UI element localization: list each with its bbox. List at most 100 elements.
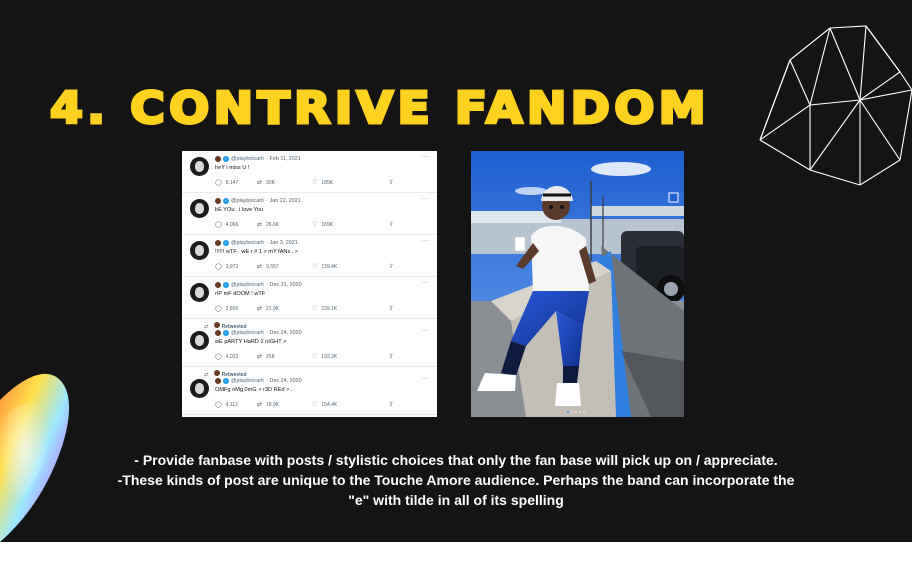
share-button[interactable]: ⇧ <box>389 179 394 186</box>
reply-count: 4,066 <box>225 221 239 228</box>
more-icon[interactable]: ··· <box>422 280 430 286</box>
reply-button[interactable]: ◯ 4,112 <box>215 401 238 409</box>
like-count: 169K <box>321 221 334 228</box>
retweet-icon: ⇄ <box>257 222 263 228</box>
like-count: 239.1K <box>321 305 338 312</box>
tweet-handle[interactable]: @playboicarti <box>231 240 264 246</box>
tweet-text: rIP mF dOOM ! wTF <box>215 291 266 297</box>
speech-bubble-icon: ◯ <box>215 354 222 360</box>
tweet-date[interactable]: Feb 11, 2021 <box>270 156 301 162</box>
share-icon: ⇧ <box>389 306 395 312</box>
reply-button[interactable]: ◯ 2,800 <box>215 305 239 313</box>
more-icon[interactable]: ··· <box>422 328 430 334</box>
tweet-row[interactable]: ✓ @playboicarti · Jan 22, 2021 ··· bE YOu . i… <box>182 193 437 235</box>
more-icon[interactable]: ··· <box>422 376 430 382</box>
tweet-date[interactable]: Jan 3, 2021 <box>270 240 298 246</box>
carousel-dot[interactable] <box>575 411 577 413</box>
emoji-icon <box>215 240 221 246</box>
slide-title: 4. CONTRIVE FANDOM <box>49 78 750 138</box>
share-icon: ⇧ <box>389 264 395 270</box>
emoji-icon <box>215 198 221 204</box>
share-button[interactable]: ⇧ <box>389 353 394 360</box>
retweet-icon: ⇄ <box>257 354 263 360</box>
like-button[interactable]: ♡ 154.4K <box>312 401 337 409</box>
tweet-handle[interactable]: @playboicarti <box>231 198 264 204</box>
reply-button[interactable]: ◯ 4,022 <box>215 353 239 361</box>
retweet-button[interactable]: ⇄ 9,557 <box>257 263 279 271</box>
retweet-icon: ⇄ <box>257 402 263 408</box>
reply-count: 8,147 <box>225 179 239 186</box>
reply-count: 4,022 <box>225 353 239 360</box>
retweet-count: 21.9K <box>266 305 280 312</box>
retweet-button[interactable]: ⇄ 21.9K <box>257 305 280 313</box>
reply-count: 4,112 <box>225 401 238 408</box>
retweet-icon: ⇄ <box>204 372 209 378</box>
tweet-date[interactable]: Dec 24, 2020 <box>270 378 302 384</box>
avatar[interactable] <box>190 379 209 398</box>
heart-icon: ♡ <box>312 354 318 360</box>
tweet-actions: ◯ 4,112 ⇄ 18.9K ♡ 154.4K ⇧ <box>215 401 395 409</box>
slide-title-text: 4. CONTRIVE FANDOM <box>50 83 710 134</box>
reply-button[interactable]: ◯ 4,066 <box>215 221 239 229</box>
retweet-icon: ⇄ <box>204 324 209 330</box>
like-button[interactable]: ♡ 169K <box>312 221 334 229</box>
like-button[interactable]: ♡ 239.1K <box>312 305 338 313</box>
retweet-button[interactable]: ⇄ 18.9K <box>257 401 279 409</box>
carousel-dot[interactable] <box>571 411 573 413</box>
carousel-dot[interactable] <box>567 411 569 413</box>
tweet-row[interactable]: ⇄ Retweeted ✓ @playboicarti · Dec 24, 2020 ··… <box>182 367 437 415</box>
avatar[interactable] <box>190 157 209 176</box>
emoji-icon <box>215 282 221 288</box>
photo-scene <box>471 151 684 417</box>
speech-bubble-icon: ◯ <box>215 264 222 270</box>
carousel-dot[interactable] <box>583 411 585 413</box>
tweet-row[interactable]: ✓ @playboicarti · Jan 3, 2021 ··· !!!!!! wTF … <box>182 235 437 277</box>
retweet-button[interactable]: ⇄ 26.6K <box>257 221 279 229</box>
speech-bubble-icon: ◯ <box>215 402 222 408</box>
retweet-button[interactable]: ⇄ 25K <box>257 353 275 361</box>
like-button[interactable]: ♡ 192.2K <box>312 353 337 361</box>
speech-bubble-icon: ◯ <box>215 222 222 228</box>
tweet-handle[interactable]: @playboicarti <box>231 330 264 336</box>
reply-count: 2,800 <box>225 305 239 312</box>
avatar[interactable] <box>190 241 209 260</box>
retweet-button[interactable]: ⇄ 30K <box>257 179 275 187</box>
heart-icon: ♡ <box>312 306 318 312</box>
tweet-handle[interactable]: @playboicarti <box>231 156 264 162</box>
tweet-row[interactable]: ✓ @playboicarti · Dec 31, 2020 ··· rIP mF dOO… <box>182 277 437 319</box>
like-button[interactable]: ♡ 185K <box>312 179 333 187</box>
share-button[interactable]: ⇧ <box>389 305 394 312</box>
tweet-row[interactable]: ✓ @playboicarti · Feb 11, 2021 ··· heY i miss… <box>182 151 437 193</box>
more-icon[interactable]: ··· <box>422 238 430 244</box>
more-icon[interactable]: ··· <box>422 154 430 160</box>
share-button[interactable]: ⇧ <box>389 221 394 228</box>
caption-line-1: - Provide fanbase with posts / stylistic… <box>134 452 778 468</box>
avatar[interactable] <box>190 283 209 302</box>
more-icon[interactable]: ··· <box>422 196 430 202</box>
separator-dot: · <box>265 378 268 384</box>
tweet-row[interactable]: ⇄ Retweeted ✓ @playboicarti · Dec 24, 2020 ··… <box>182 319 437 367</box>
tweet-text: bE YOu . i love You <box>215 207 264 213</box>
heart-icon: ♡ <box>312 180 318 186</box>
tweet-header: ✓ @playboicarti · Jan 22, 2021 <box>215 198 301 204</box>
like-button[interactable]: ♡ 139.4K <box>312 263 337 271</box>
tweet-actions: ◯ 3,972 ⇄ 9,557 ♡ 139.4K ⇧ <box>215 263 395 271</box>
avatar[interactable] <box>190 199 209 218</box>
share-icon: ⇧ <box>389 402 395 408</box>
speech-bubble-icon: ◯ <box>215 180 222 186</box>
carousel-dot[interactable] <box>579 411 581 413</box>
share-button[interactable]: ⇧ <box>389 401 394 408</box>
reply-button[interactable]: ◯ 8,147 <box>215 179 239 187</box>
emoji-icon <box>214 322 221 328</box>
share-icon: ⇧ <box>389 180 395 186</box>
tweet-actions: ◯ 8,147 ⇄ 30K ♡ 185K ⇧ <box>215 179 395 187</box>
tweet-date[interactable]: Jan 22, 2021 <box>270 198 301 204</box>
tweet-date[interactable]: Dec 31, 2020 <box>270 282 302 288</box>
tweet-handle[interactable]: @playboicarti <box>231 378 264 384</box>
share-button[interactable]: ⇧ <box>389 263 394 270</box>
tweet-date[interactable]: Dec 24, 2020 <box>270 330 302 336</box>
avatar[interactable] <box>190 331 209 350</box>
tweet-handle[interactable]: @playboicarti <box>231 282 264 288</box>
reply-button[interactable]: ◯ 3,972 <box>215 263 238 271</box>
tweet-text: wE pARTY HaRD 2 nIGHT > <box>215 339 287 345</box>
